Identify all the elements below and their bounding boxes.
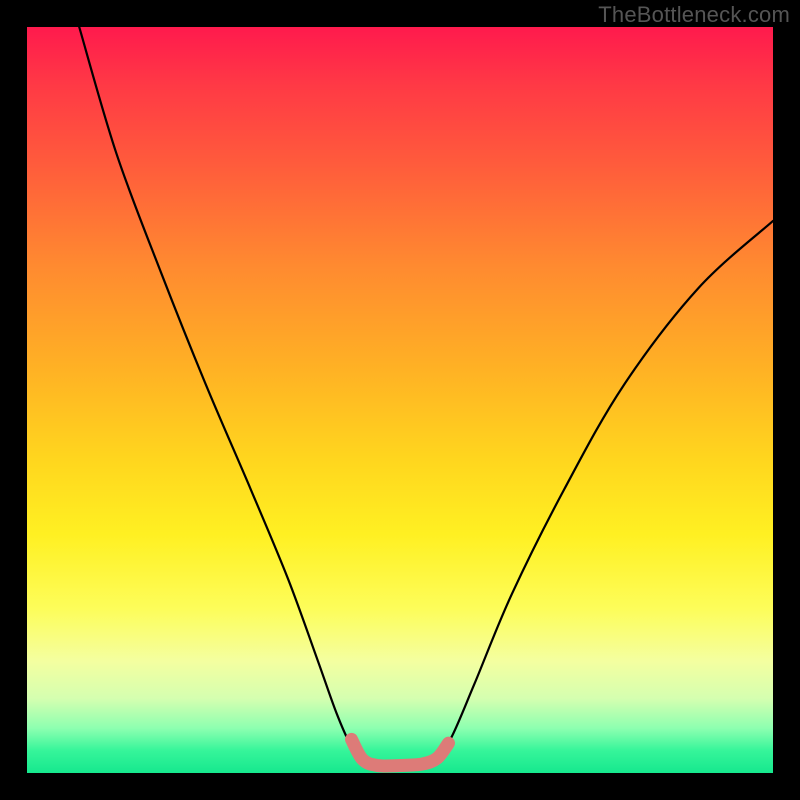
trough-marker bbox=[352, 739, 449, 766]
watermark-text: TheBottleneck.com bbox=[598, 2, 790, 28]
curve-svg bbox=[27, 27, 773, 773]
chart-container: TheBottleneck.com bbox=[0, 0, 800, 800]
bottleneck-curve bbox=[79, 27, 773, 767]
